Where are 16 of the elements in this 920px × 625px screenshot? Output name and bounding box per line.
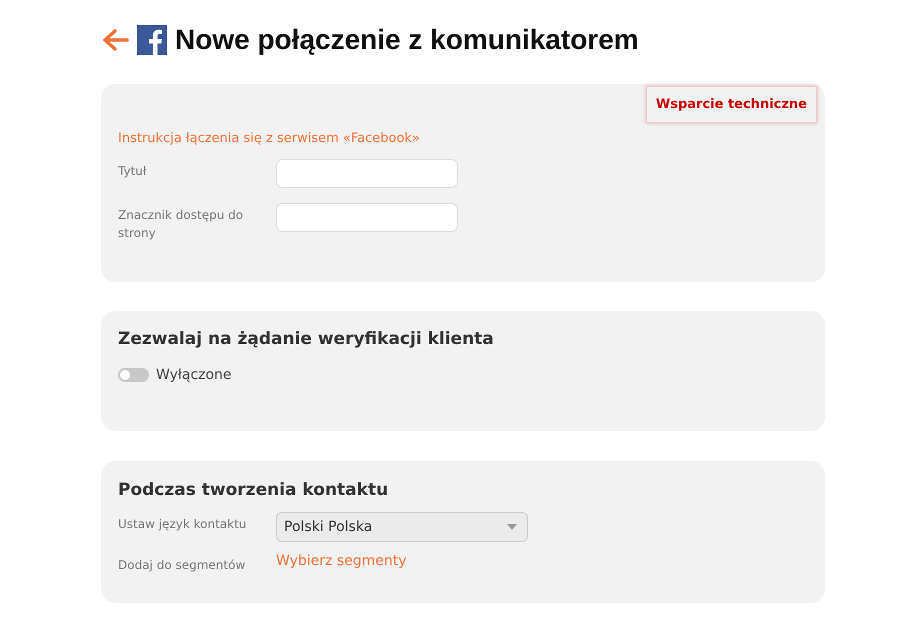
field-label: Tytuł [118, 163, 148, 180]
language-dropdown[interactable]: Polski Polska [276, 512, 528, 542]
support-button[interactable]: Wsparcie techniczne [646, 86, 817, 123]
back-arrow-icon[interactable] [101, 28, 129, 52]
section-title: Podczas tworzenia kontaktu [118, 480, 390, 500]
field-label: Ustaw język kontaktu [118, 516, 248, 533]
section-title: Zezwalaj na żądanie weryfikacji klienta [118, 329, 495, 349]
facebook-logo-icon [137, 25, 167, 55]
field-label: Dodaj do segmentów [118, 557, 246, 574]
field-label: Znacznik dostępu do strony [118, 207, 244, 242]
input-field[interactable] [276, 159, 458, 188]
toggle-label: Wyłączone [156, 367, 232, 383]
caret-icon [507, 524, 517, 530]
page-title: Nowe połączenie z komunikatorem [175, 24, 639, 56]
toggle-switch[interactable] [118, 368, 149, 382]
input-field[interactable] [276, 203, 458, 232]
